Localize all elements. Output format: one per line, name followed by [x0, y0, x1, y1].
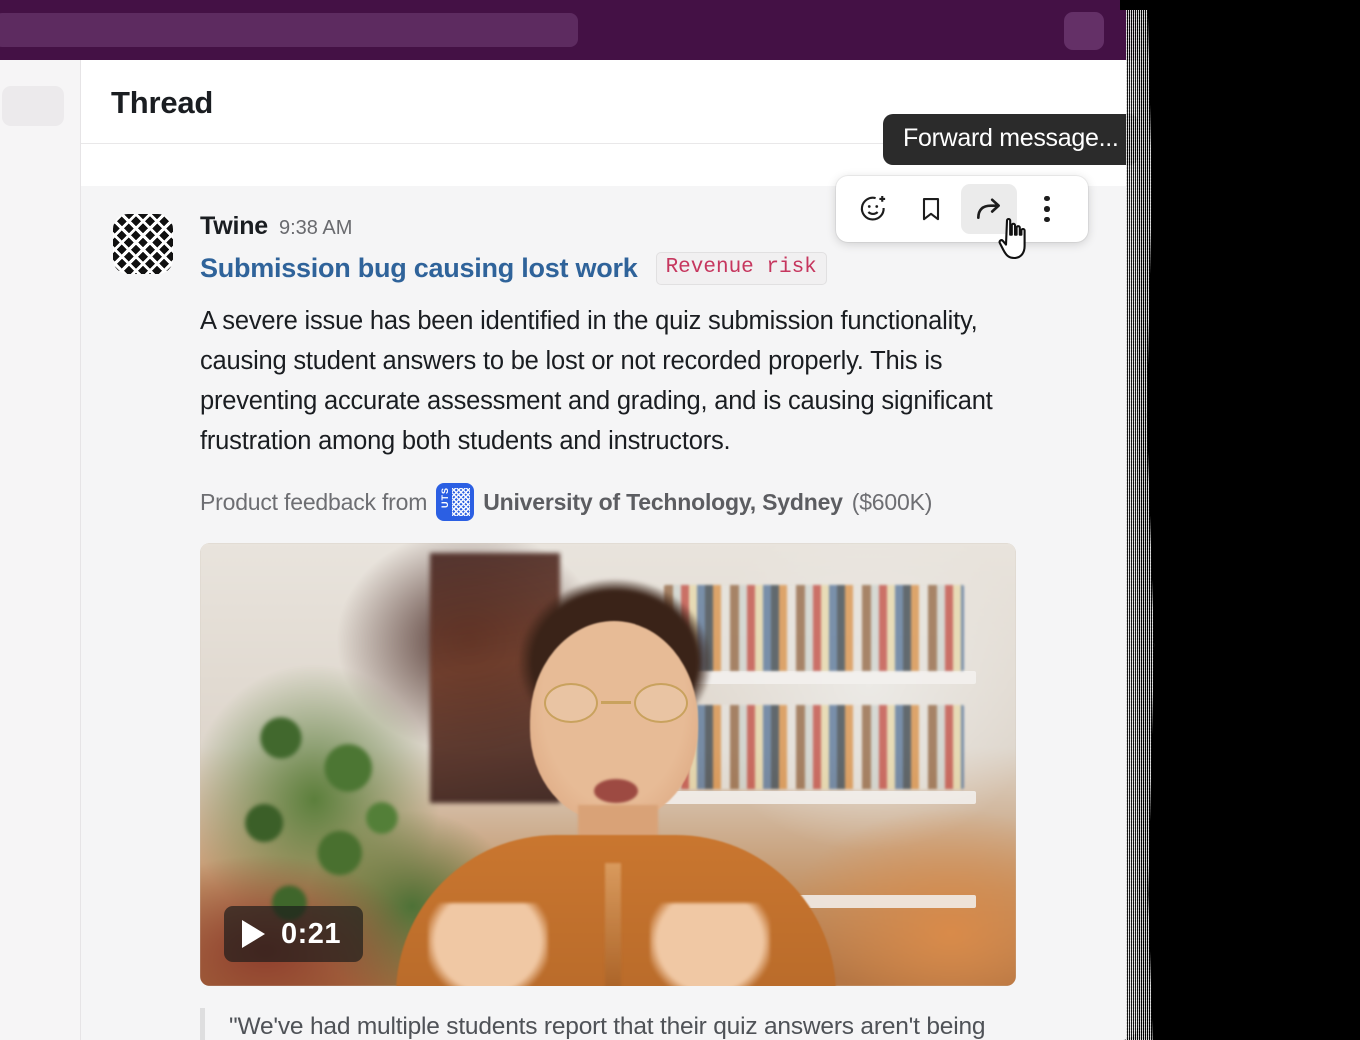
- feedback-prefix-label: Product feedback from: [200, 488, 428, 515]
- hand-pointer-icon: [998, 217, 1026, 260]
- feedback-source-line: Product feedback from UTS University of …: [200, 483, 1098, 522]
- message-title-row: Submission bug causing lost work Revenue…: [200, 252, 1098, 286]
- message-quote: "We've had multiple students report that…: [200, 1008, 1020, 1040]
- org-value: ($600K): [851, 488, 933, 515]
- search-input[interactable]: [0, 13, 578, 47]
- glasses-icon: [538, 683, 694, 724]
- tooltip: Forward message...: [883, 114, 1138, 165]
- video-play-control[interactable]: 0:21: [224, 906, 364, 963]
- person-hand: [650, 903, 770, 987]
- save-message-button[interactable]: [903, 184, 959, 234]
- left-sidebar-rail: [0, 60, 81, 1040]
- black-background-top: [1120, 0, 1360, 10]
- message-author[interactable]: Twine: [200, 212, 268, 241]
- org-name[interactable]: University of Technology, Sydney: [483, 489, 843, 516]
- add-reaction-icon: [860, 196, 886, 221]
- video-thumbnail[interactable]: 0:21: [200, 543, 1016, 987]
- message-title-link[interactable]: Submission bug causing lost work: [200, 253, 638, 284]
- message-list: Twine 9:38 AM Submission bug causing los…: [81, 186, 1138, 1040]
- message-body: Twine 9:38 AM Submission bug causing los…: [200, 212, 1138, 1040]
- person-mouth: [594, 779, 638, 804]
- screen-edge-artifact: [1126, 0, 1155, 1040]
- message-timestamp[interactable]: 9:38 AM: [279, 217, 352, 240]
- person-hand: [428, 903, 548, 987]
- shirt-placket: [605, 863, 621, 987]
- page-title: Thread: [111, 85, 214, 120]
- message-text: A severe issue has been identified in th…: [200, 307, 993, 456]
- uts-logo-text: UTS: [440, 487, 451, 509]
- uts-logo-icon: UTS: [436, 483, 475, 522]
- mouse-cursor: [995, 216, 1035, 267]
- workspace-top-chrome: [0, 0, 1138, 60]
- message-actions-toolbar: [836, 176, 1088, 242]
- bookshelf-shelf: [646, 791, 976, 805]
- add-reaction-button[interactable]: [845, 184, 901, 234]
- sidebar-item-chip[interactable]: [2, 86, 64, 126]
- bookmark-icon: [922, 198, 940, 221]
- screenshot-root: Thread Twine 9:38 AM Submission bug caus…: [0, 0, 1360, 1040]
- slack-app-window: Thread Twine 9:38 AM Submission bug caus…: [0, 0, 1138, 1040]
- video-duration: 0:21: [281, 917, 342, 950]
- status-badge: Revenue risk: [655, 252, 827, 286]
- twine-avatar[interactable]: [113, 214, 173, 274]
- black-background-right: [1158, 0, 1360, 1040]
- more-options-icon: [1044, 195, 1050, 223]
- avatar[interactable]: [1064, 12, 1104, 50]
- message-row: Twine 9:38 AM Submission bug causing los…: [81, 186, 1138, 1040]
- play-icon: [242, 920, 265, 949]
- uts-logo-mark: [452, 488, 471, 517]
